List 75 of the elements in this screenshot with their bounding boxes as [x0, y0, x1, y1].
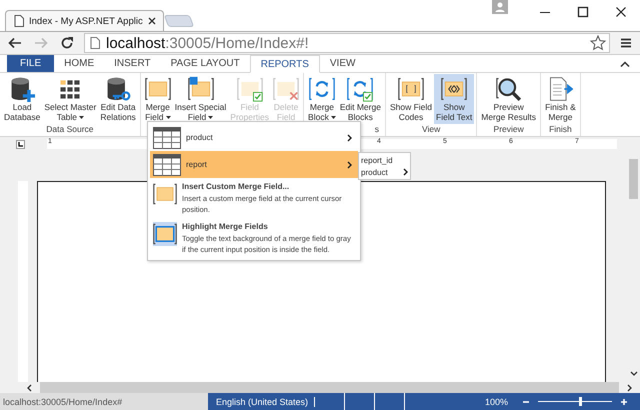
group-label: View	[420, 124, 442, 136]
group-label: Finish	[548, 124, 573, 136]
ribbon-button[interactable]: Edit Data Relations	[98, 74, 138, 124]
maximize-icon[interactable]	[577, 6, 589, 18]
reload-icon[interactable]	[60, 36, 74, 50]
ribbon-button[interactable]: Show Field Codes	[388, 74, 434, 124]
group-label: Data Source	[45, 124, 95, 136]
special-field-icon	[188, 76, 214, 102]
ribbon-tab[interactable]: REPORTS	[250, 55, 320, 73]
horizontal-scrollbar[interactable]	[40, 382, 619, 393]
field-properties-icon	[236, 76, 263, 102]
page-icon	[14, 15, 24, 27]
url-text: localhost:30005/Home/Index#!	[106, 34, 310, 52]
table-icon	[153, 126, 181, 148]
language-label[interactable]: English (United States)	[216, 396, 316, 406]
close-icon[interactable]	[615, 6, 627, 18]
ribbon-button[interactable]: Insert Special Field	[172, 74, 228, 124]
ribbon-tab[interactable]: HOME	[54, 55, 104, 72]
edit-blocks-icon	[347, 76, 374, 102]
address-field[interactable]: localhost:30005/Home/Index#!	[84, 33, 610, 53]
caret-icon	[330, 116, 336, 119]
star-icon[interactable]	[590, 35, 606, 51]
ribbon-tab[interactable]: VIEW	[320, 55, 366, 72]
ribbon-button[interactable]: Preview Merge Results	[479, 74, 538, 124]
tab-stop-icon[interactable]	[16, 140, 25, 148]
ribbon-button[interactable]: Show Field Text	[434, 74, 474, 124]
database-key-icon	[105, 76, 132, 102]
table-icon	[153, 154, 181, 176]
database-plus-icon	[9, 76, 36, 102]
magnifier-icon	[496, 76, 522, 102]
menu-item[interactable]: report	[150, 151, 358, 178]
ribbon-tab[interactable]: INSERT	[104, 55, 161, 72]
ribbon-button[interactable]: Select Master Table	[42, 74, 98, 124]
close-icon[interactable]	[148, 17, 156, 25]
chevron-right-icon	[347, 134, 352, 142]
zoom-level: 100%	[484, 396, 508, 406]
ribbon-tab[interactable]: PAGE LAYOUT	[160, 55, 250, 72]
menu-item-title: Insert Custom Merge Field...	[182, 182, 290, 191]
menu-item[interactable]: product	[150, 124, 358, 151]
field-codes-icon	[398, 76, 424, 102]
group-label: Preview	[492, 124, 525, 136]
group-label: s	[374, 124, 380, 136]
ribbon-button[interactable]: Finish & Merge	[543, 74, 578, 124]
menu-item-title: Highlight Merge Fields	[182, 222, 269, 231]
merge-field-icon	[144, 76, 171, 102]
menu-item[interactable]: report_id	[361, 154, 408, 166]
chevron-right-icon	[347, 160, 352, 168]
zoom-in-icon[interactable]	[620, 398, 628, 406]
scroll-down-icon[interactable]	[630, 371, 638, 376]
page-icon	[90, 37, 100, 49]
ribbon-button[interactable]: Merge Field	[142, 74, 173, 124]
menu-icon[interactable]	[620, 37, 632, 49]
field-text-icon	[441, 76, 468, 102]
delete-field-icon	[273, 76, 300, 102]
file-tab[interactable]: FILE	[7, 55, 54, 72]
ribbon-button[interactable]: Load Database	[2, 74, 42, 124]
caret-icon	[208, 116, 214, 119]
merge-field-icon	[153, 182, 177, 206]
scroll-right-icon[interactable]	[627, 384, 632, 392]
browser-tab[interactable]: Index - My ASP.NET Applic	[5, 10, 164, 31]
status-url: localhost:30005/Home/Index#	[0, 393, 208, 410]
menu-item[interactable]: product	[361, 166, 408, 178]
slider-thumb[interactable]	[579, 397, 582, 406]
caret-icon	[166, 116, 171, 119]
collapse-icon[interactable]	[620, 60, 630, 68]
chevron-right-icon	[403, 168, 408, 176]
ribbon-button[interactable]: Edit Merge Blocks	[338, 74, 383, 124]
document-arrow-icon	[547, 76, 574, 102]
scroll-thumb[interactable]	[629, 159, 638, 199]
merge-block-icon	[308, 76, 335, 102]
scroll-left-icon[interactable]	[27, 384, 32, 392]
ribbon-button[interactable]: Merge Block	[306, 74, 338, 124]
caret-icon	[79, 116, 84, 119]
back-icon[interactable]	[8, 37, 22, 49]
highlight-field-icon	[153, 222, 177, 246]
